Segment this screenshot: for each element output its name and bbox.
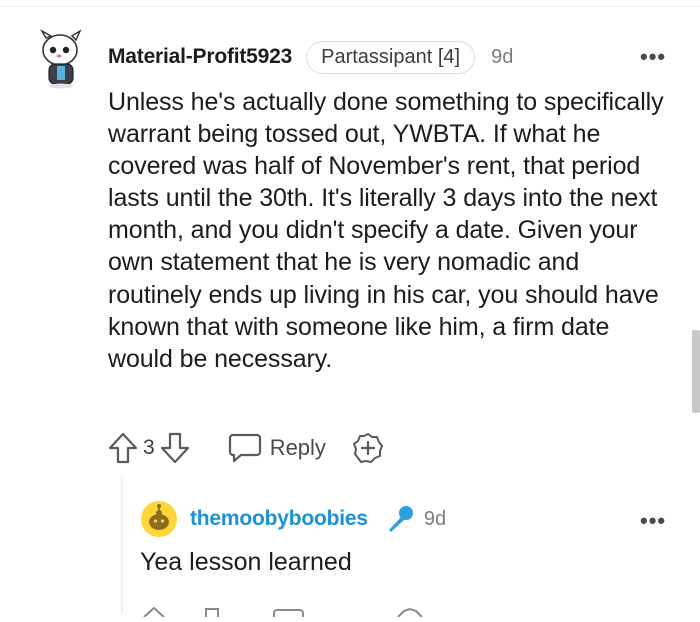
reply-username[interactable]: themoobyboobies [190, 507, 368, 531]
arrow-up-outline-icon [108, 432, 138, 464]
comment-actions: 3 Reply [108, 428, 384, 468]
user-flair: Partassipant [4] [306, 40, 476, 74]
speech-bubble-icon [228, 433, 261, 463]
upvote-button[interactable] [108, 431, 138, 465]
downvote-partial-icon [205, 608, 219, 617]
comment-header: Material-Profit5923 Partassipant [4] 9d [108, 40, 513, 74]
comment-body: Unless he's actually done something to s… [108, 88, 664, 373]
scrollbar[interactable] [692, 330, 700, 413]
reply-partial-icon [273, 609, 304, 617]
arrow-down-outline-icon [160, 432, 189, 464]
downvote-button[interactable] [160, 431, 190, 465]
award-partial-icon [397, 607, 423, 618]
thread-line[interactable] [121, 478, 123, 613]
vote-count: 3 [143, 436, 155, 459]
more-options-button[interactable]: ••• [640, 46, 666, 68]
reply-label: Reply [269, 435, 326, 460]
microphone-icon [384, 503, 416, 535]
snoo-avatar-icon[interactable] [36, 28, 86, 90]
reply-more-options-button[interactable]: ••• [640, 510, 666, 532]
award-plus-icon [352, 433, 383, 463]
comment-age[interactable]: 9d [491, 46, 513, 69]
reply-header: themoobyboobies 9d [140, 500, 446, 538]
reply-button[interactable]: Reply [228, 432, 326, 464]
top-divider [0, 6, 700, 7]
award-button[interactable] [352, 432, 384, 464]
reply-age[interactable]: 9d [424, 508, 446, 531]
yellow-snoo-avatar-icon[interactable] [140, 500, 178, 538]
reply-body: Yea lesson learned [140, 548, 352, 576]
comment-username[interactable]: Material-Profit5923 [108, 45, 292, 69]
